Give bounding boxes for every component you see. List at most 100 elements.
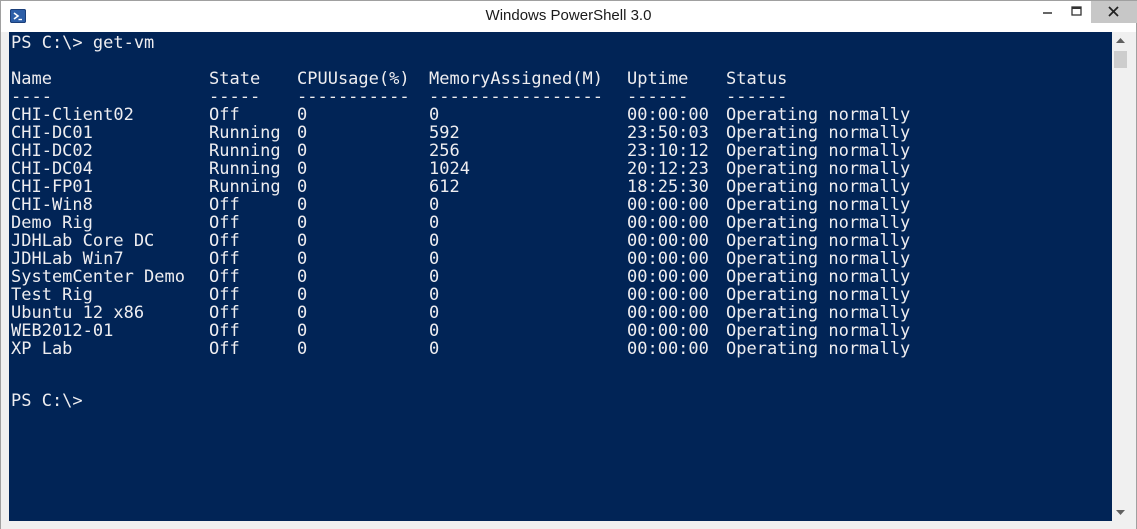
- column-uptime-header: Uptime: [627, 69, 689, 89]
- column-name-header: Name: [11, 69, 52, 89]
- column-uptime-underline: ------: [627, 87, 689, 107]
- vm-memory-cell: 612: [429, 177, 460, 197]
- scroll-up-button[interactable]: [1112, 32, 1129, 49]
- vm-state-cell: Off: [209, 213, 240, 233]
- vm-row: CHI-Win8 Off 0 0 00:00:00 Operating normally: [11, 195, 910, 215]
- scrollbar-thumb[interactable]: [1114, 51, 1127, 68]
- vm-status-cell: Operating normally: [726, 177, 911, 197]
- vm-memory-cell: 0: [429, 195, 440, 215]
- vm-status-cell: Operating normally: [726, 303, 911, 323]
- vm-memory-cell: 0: [429, 339, 440, 359]
- vm-cpu-cell: 0: [297, 303, 308, 323]
- vm-status-cell: Operating normally: [726, 213, 911, 233]
- vm-cpu-cell: 0: [297, 159, 308, 179]
- scroll-down-arrow-icon: [1116, 510, 1125, 515]
- vm-row: WEB2012-01 Off 0 0 00:00:00 Operating normall…: [11, 322, 910, 340]
- vm-uptime-cell: 00:00:00: [627, 339, 709, 359]
- vm-name-cell: JDHLab Win7: [11, 249, 124, 269]
- vm-state-cell: Off: [209, 105, 240, 125]
- vm-uptime-cell: 18:25:30: [627, 177, 709, 197]
- vm-status-cell: Operating normally: [726, 231, 911, 251]
- column-cpu-header: CPUUsage(%): [297, 69, 410, 89]
- vm-cpu-cell: 0: [297, 339, 308, 359]
- vm-memory-cell: 0: [429, 249, 440, 269]
- vm-state-cell: Running: [209, 141, 281, 161]
- scroll-down-button[interactable]: [1112, 504, 1129, 521]
- vm-cpu-cell: 0: [297, 177, 308, 197]
- window-title: Windows PowerShell 3.0: [485, 7, 652, 24]
- vm-row: CHI-Client02 Off 0 0 00:00:00 Operating norma…: [11, 105, 910, 125]
- command-line: PS C:\> get-vm: [11, 33, 155, 53]
- vm-row: Demo Rig Off 0 0 00:00:00 Operating normally: [11, 214, 910, 232]
- vm-uptime-cell: 20:12:23: [627, 159, 709, 179]
- vm-state-cell: Off: [209, 339, 240, 359]
- vm-status-cell: Operating normally: [726, 159, 911, 179]
- vm-status-cell: Operating normally: [726, 141, 911, 161]
- maximize-icon: [1071, 6, 1082, 16]
- vm-uptime-cell: 00:00:00: [627, 195, 709, 215]
- scroll-up-arrow-icon: [1116, 38, 1125, 43]
- vm-name-cell: SystemCenter Demo: [11, 267, 185, 287]
- vm-status-cell: Operating normally: [726, 321, 911, 341]
- vm-uptime-cell: 00:00:00: [627, 231, 709, 251]
- vm-state-cell: Off: [209, 195, 240, 215]
- vm-status-cell: Operating normally: [726, 195, 911, 215]
- vm-uptime-cell: 23:50:03: [627, 123, 709, 143]
- vm-memory-cell: 0: [429, 321, 440, 341]
- column-headers: Name State CPUUsage(%) MemoryAssigned(M) Upt…: [11, 69, 787, 89]
- vm-name-cell: Ubuntu 12 x86: [11, 303, 145, 323]
- vm-uptime-cell: 00:00:00: [627, 303, 709, 323]
- vm-memory-cell: 0: [429, 303, 440, 323]
- vm-status-cell: Operating normally: [726, 339, 911, 359]
- vm-uptime-cell: 00:00:00: [627, 213, 709, 233]
- vm-status-cell: Operating normally: [726, 105, 911, 125]
- vm-cpu-cell: 0: [297, 231, 308, 251]
- close-button[interactable]: [1091, 1, 1137, 23]
- vm-row: Test Rig Off 0 0 00:00:00 Operating normally: [11, 285, 910, 305]
- vm-status-cell: Operating normally: [726, 123, 911, 143]
- vm-state-cell: Running: [209, 123, 281, 143]
- vm-state-cell: Off: [209, 267, 240, 287]
- console-output[interactable]: PS C:\> get-vm Name State CPUUsage(%) Memor…: [9, 32, 1112, 521]
- vm-name-cell: Test Rig: [11, 285, 93, 305]
- vm-memory-cell: 0: [429, 213, 440, 233]
- vm-name-cell: CHI-Client02: [11, 105, 134, 125]
- column-cpu-underline: -----------: [297, 87, 410, 107]
- vm-memory-cell: 0: [429, 231, 440, 251]
- vm-state-cell: Running: [209, 177, 281, 197]
- window-bottom-border: [1, 521, 1136, 529]
- vm-cpu-cell: 0: [297, 141, 308, 161]
- vm-uptime-cell: 00:00:00: [627, 105, 709, 125]
- title-bar[interactable]: Windows PowerShell 3.0: [1, 1, 1137, 32]
- column-state-underline: -----: [209, 87, 261, 107]
- column-status-header: Status: [726, 69, 788, 89]
- vm-name-cell: CHI-Win8: [11, 195, 93, 215]
- vm-cpu-cell: 0: [297, 285, 308, 305]
- vm-row: CHI-DC04 Running 0 1024 20:12:23 Operating no…: [11, 159, 910, 179]
- vm-row: JDHLab Win7 Off 0 0 00:00:00 Operating normal…: [11, 249, 910, 269]
- vm-name-cell: CHI-DC04: [11, 159, 93, 179]
- vm-state-cell: Running: [209, 159, 281, 179]
- vertical-scrollbar[interactable]: [1112, 32, 1129, 521]
- column-status-underline: ------: [726, 87, 788, 107]
- vm-uptime-cell: 00:00:00: [627, 249, 709, 269]
- vm-row: CHI-FP01 Running 0 612 18:25:30 Operating nor…: [11, 178, 910, 196]
- vm-name-cell: XP Lab: [11, 339, 73, 359]
- column-name-underline: ----: [11, 87, 52, 107]
- vm-memory-cell: 0: [429, 105, 440, 125]
- vm-cpu-cell: 0: [297, 321, 308, 341]
- vm-cpu-cell: 0: [297, 213, 308, 233]
- column-memory-underline: -----------------: [429, 87, 603, 107]
- vm-uptime-cell: 00:00:00: [627, 285, 709, 305]
- vm-memory-cell: 0: [429, 285, 440, 305]
- vm-cpu-cell: 0: [297, 105, 308, 125]
- vm-uptime-cell: 00:00:00: [627, 267, 709, 287]
- vm-cpu-cell: 0: [297, 267, 308, 287]
- vm-row: JDHLab Core DC Off 0 0 00:00:00 Operating nor…: [11, 232, 910, 250]
- maximize-button[interactable]: [1060, 1, 1092, 23]
- vm-row: XP Lab Off 0 0 00:00:00 Operating normally: [11, 339, 910, 359]
- vm-status-cell: Operating normally: [726, 249, 911, 269]
- vm-state-cell: Off: [209, 321, 240, 341]
- vm-name-cell: CHI-DC01: [11, 123, 93, 143]
- column-state-header: State: [209, 69, 261, 89]
